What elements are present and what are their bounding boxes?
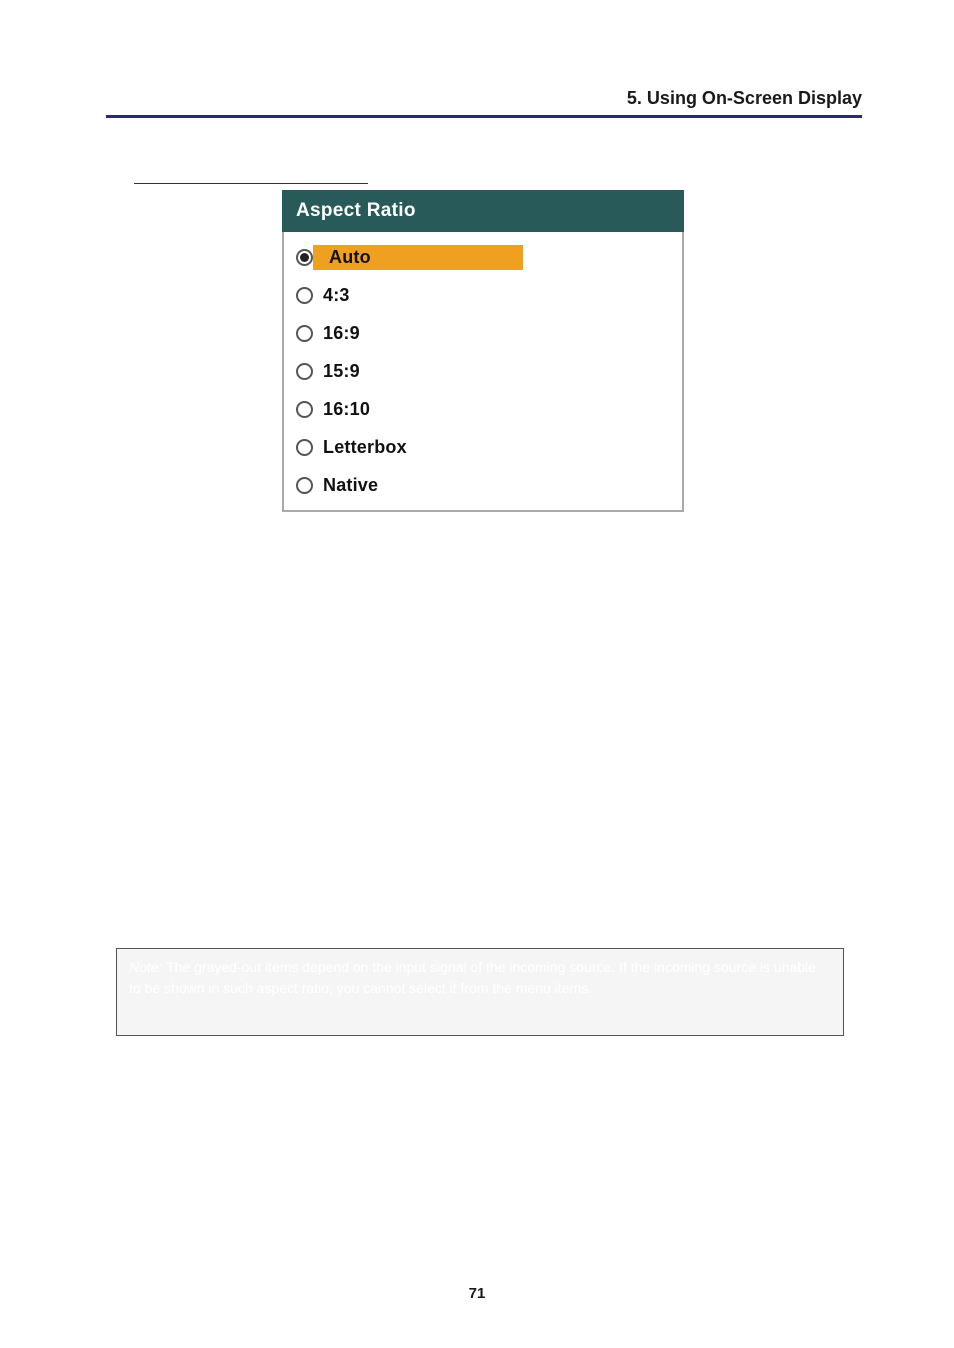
radio-unselected-icon — [296, 363, 313, 380]
selection-highlight: Auto — [313, 245, 523, 270]
aspect-4-3[interactable]: 4:3 — [294, 276, 672, 314]
menu-item-label: 16:9 — [323, 323, 360, 344]
osd-menu-body: Auto 4:3 16:9 15:9 16:10 Letter — [282, 232, 684, 512]
aspect-native[interactable]: Native — [294, 466, 672, 504]
aspect-15-9[interactable]: 15:9 — [294, 352, 672, 390]
desc-native: Native – Displays the current image at i… — [116, 693, 856, 719]
menu-item-label: Native — [323, 475, 378, 496]
aspect-letterbox[interactable]: Letterbox — [294, 428, 672, 466]
menu-item-label: 16:10 — [323, 399, 370, 420]
menu-item-label: Letterbox — [323, 437, 407, 458]
description-block: Auto – Displays the current image in its… — [116, 540, 856, 719]
desc-letterbox: Letterbox – Reduces image to display the… — [116, 668, 856, 694]
note-text: The grayed-out items depend on the input… — [129, 959, 816, 996]
section-title-underline: Aspect Ratio — [134, 156, 368, 184]
radio-selected-icon — [296, 249, 313, 266]
radio-unselected-icon — [296, 287, 313, 304]
desc-15-9: 15:9 – Scales image to fit the full widt… — [116, 617, 856, 643]
menu-item-label: Auto — [329, 247, 371, 267]
aspect-16-9[interactable]: 16:9 — [294, 314, 672, 352]
desc-auto: Auto – Displays the current image in its… — [116, 540, 856, 566]
chapter-title: 5. Using On-Screen Display — [627, 88, 862, 108]
osd-menu-title: Aspect Ratio — [282, 190, 684, 232]
note-box: Note: The grayed-out items depend on the… — [116, 948, 844, 1036]
radio-unselected-icon — [296, 477, 313, 494]
desc-4-3: 4:3 – Standard TV signals are displayed … — [116, 566, 856, 592]
page-number: 71 — [469, 1285, 486, 1302]
chapter-header: 5. Using On-Screen Display — [106, 88, 862, 118]
radio-unselected-icon — [296, 325, 313, 342]
note-label: Note: — [129, 959, 162, 975]
desc-16-10: 16:10 – Scales image to fit the full wid… — [116, 642, 856, 668]
desc-16-9: 16:9 – Scales image to fit the full widt… — [116, 591, 856, 617]
aspect-16-10[interactable]: 16:10 — [294, 390, 672, 428]
page: 5. Using On-Screen Display Aspect Ratio … — [0, 0, 954, 1348]
osd-menu: Aspect Ratio Auto 4:3 16:9 15:9 — [282, 190, 684, 512]
radio-unselected-icon — [296, 439, 313, 456]
aspect-auto[interactable]: Auto — [294, 238, 672, 276]
section-title: Aspect Ratio — [138, 162, 229, 180]
menu-item-label: 4:3 — [323, 285, 350, 306]
menu-item-label: 15:9 — [323, 361, 360, 382]
radio-unselected-icon — [296, 401, 313, 418]
